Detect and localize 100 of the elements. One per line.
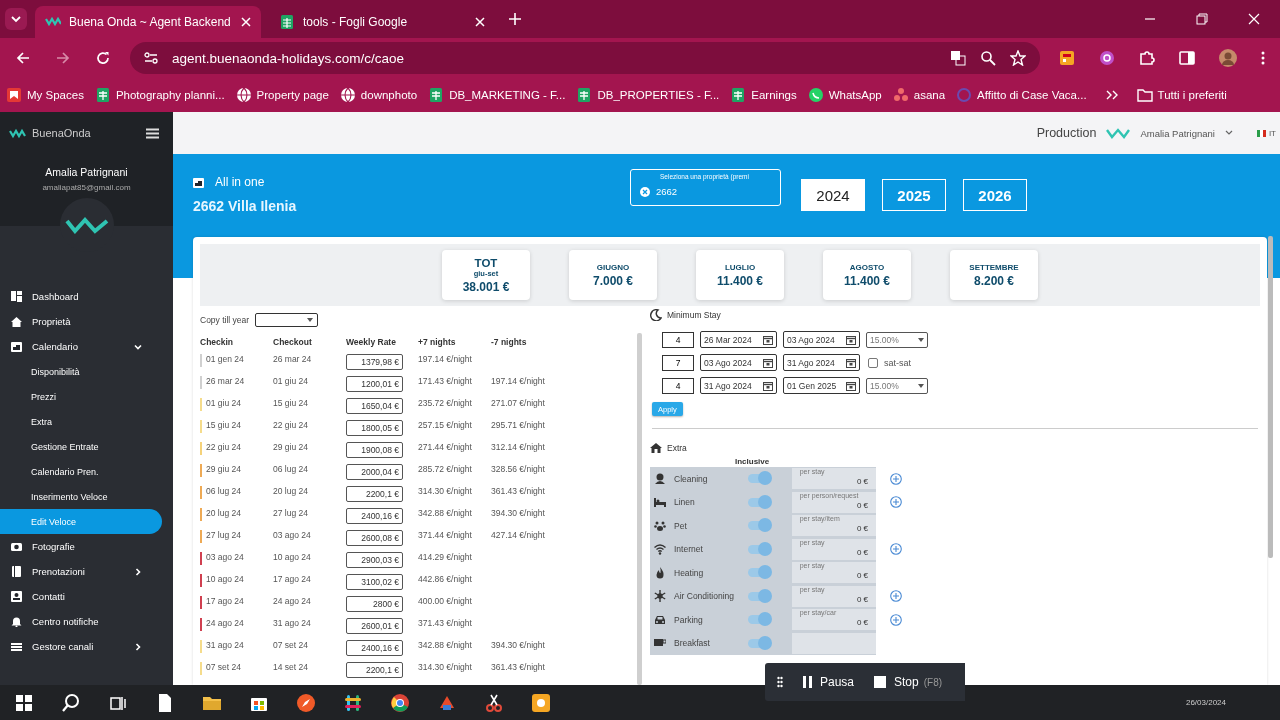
table-cell-text: 235.72 €/night (418, 398, 473, 410)
date-field[interactable]: 31 Ago 2024 (783, 354, 860, 371)
bookmark[interactable]: Affitto di Case Vaca... (956, 87, 1087, 103)
table-cell: 10 ago 24 (206, 574, 244, 584)
rate-input[interactable]: 2200,1 € (346, 486, 403, 502)
stat-amount: 38.001 € (462, 279, 510, 294)
sidebar-subitem[interactable]: Disponibilità (0, 359, 162, 384)
table-cell-text: 342.88 €/night (418, 640, 473, 652)
rate-input[interactable]: 2400,16 € (346, 508, 403, 524)
browser-tab[interactable]: tools - Fogli Google (269, 6, 495, 38)
bookmark[interactable]: asana (892, 87, 946, 103)
pause-button[interactable]: Pausa (803, 675, 855, 689)
table-cell: 15 giu 24 (206, 420, 241, 430)
sidebar-subitem[interactable]: Prezzi (0, 384, 162, 409)
browser-tab[interactable]: Buena Onda ~ Agent Backend (35, 6, 261, 38)
copy-label: Copy till year (200, 315, 250, 325)
table-cell-text: 07 set 24 (273, 640, 309, 652)
rate-input[interactable]: 3100,02 € (346, 574, 403, 590)
sidebar-subitem[interactable]: Inserimento Veloce (0, 484, 162, 509)
table-cell: 01 gen 24 (206, 354, 244, 364)
table-cell-text: 442.86 €/night (418, 574, 473, 586)
sidebar-item[interactable]: Fotografie (0, 534, 162, 559)
date-field[interactable]: 01 Gen 2025 (783, 377, 860, 394)
stop-button[interactable]: Stop (F8) (874, 675, 943, 689)
taskbar-date: 26/03/2024 (1185, 698, 1226, 707)
table-cell: 06 lug 24 (206, 486, 241, 496)
discount-dropdown[interactable]: 15.00% (866, 377, 928, 394)
table-cell-text: 14 set 24 (273, 662, 309, 674)
user-menu[interactable]: Amalia Patrignani (1140, 127, 1233, 139)
table-cell-text: 371.44 €/night (418, 530, 473, 542)
bookmark[interactable]: My Spaces (6, 87, 84, 103)
sidebar-item[interactable]: Proprietà (0, 309, 162, 334)
sidebar-item[interactable]: Dashboard (0, 284, 162, 309)
language-selector[interactable]: IT (1256, 128, 1276, 138)
table-cell-text: 342.88 €/night (418, 508, 473, 520)
mode-label: All in one (215, 175, 265, 189)
year-button[interactable]: 2024 (801, 179, 865, 211)
rate-input[interactable]: 1200,01 € (346, 376, 403, 392)
extra-name: Air Conditioning (674, 591, 735, 602)
extra-name: Internet (674, 544, 704, 555)
bookmark[interactable]: Photography planni... (94, 87, 225, 103)
extra-name: Parking (674, 614, 704, 625)
table-cell-text: 15 giu 24 (273, 398, 309, 410)
stat-amount: 11.400 € (843, 273, 891, 288)
table-cell: 361.43 €/night (491, 486, 545, 496)
bookmark[interactable]: Property page (235, 87, 329, 103)
sidebar-item[interactable]: Prenotazioni (0, 559, 162, 584)
bookmark[interactable]: DB_MARKETING - F... (428, 87, 566, 103)
sidebar-subitem[interactable]: Gestione Entrate (0, 434, 162, 459)
table-cell: 312.14 €/night (491, 442, 545, 452)
rate-input[interactable]: 2000,04 € (346, 464, 403, 480)
rate-input[interactable]: 1650,04 € (346, 398, 403, 414)
date-field[interactable]: 31 Ago 2024 (700, 377, 777, 394)
rate-input[interactable]: 2400,16 € (346, 640, 403, 656)
rate-input[interactable]: 2200,1 € (346, 662, 403, 678)
all-bookmarks[interactable]: Tutti i preferiti (1136, 88, 1227, 102)
table-cell-text: 29 giu 24 (273, 442, 309, 454)
section-title: Minimum Stay (667, 310, 721, 320)
stat-amount: 11.400 € (716, 273, 764, 288)
nights-input[interactable]: 4 (662, 331, 694, 348)
checkbox-label: sat-sat (884, 357, 911, 368)
user-email: amaliapat85@gmail.com (41, 183, 132, 192)
rate-input[interactable]: 1379,98 € (346, 354, 403, 370)
column-header: Inclusive (734, 457, 771, 467)
date-field[interactable]: 03 Ago 2024 (700, 354, 777, 371)
rate-input[interactable]: 2600,01 € (346, 618, 403, 634)
rate-input[interactable]: 1800,05 € (346, 420, 403, 436)
table-cell: 17 ago 24 (206, 596, 244, 606)
sidebar-item[interactable]: Calendario (0, 334, 162, 359)
property-title: 2662 Villa Ilenia (193, 198, 298, 214)
address-bar[interactable]: agent.buenaonda-holidays.com/c/caoe (130, 42, 1040, 74)
sidebar-item[interactable]: Contatti (0, 584, 162, 609)
table-cell-text: 314.30 €/night (418, 662, 473, 674)
table-cell-text: 31 ago 24 (273, 618, 312, 630)
sidebar-item[interactable]: Centro notifiche (0, 609, 162, 634)
table-cell: 394.30 €/night (491, 508, 545, 518)
sidebar-subitem[interactable]: Extra (0, 409, 162, 434)
sidebar-item[interactable]: Gestore canali (0, 634, 162, 659)
bookmark[interactable]: DB_PROPERTIES - F... (576, 87, 720, 103)
nights-input[interactable]: 4 (662, 377, 694, 394)
bookmark[interactable]: WhatsApp (807, 87, 882, 103)
rate-input[interactable]: 1900,08 € (346, 442, 403, 458)
sidebar-subitem[interactable]: Calendario Pren. (0, 459, 162, 484)
rate-input[interactable]: 2800 € (346, 596, 403, 612)
bookmark[interactable]: Earnings (730, 87, 797, 103)
extra-name: Breakfast (674, 638, 711, 649)
table-cell-text: 10 ago 24 (273, 552, 312, 564)
table-cell-text: 171.43 €/night (418, 376, 473, 388)
rate-input[interactable]: 2900,03 € (346, 552, 403, 568)
table-cell-text: 314.30 €/night (418, 486, 473, 498)
nights-input[interactable]: 7 (662, 354, 694, 371)
bookmark[interactable]: downphoto (339, 87, 418, 103)
date-field[interactable]: 03 Ago 2024 (783, 331, 860, 348)
column-header: Checkin (200, 337, 235, 349)
extra-name: Linen (674, 497, 696, 508)
date-field[interactable]: 26 Mar 2024 (700, 331, 777, 348)
table-cell: 20 lug 24 (206, 508, 241, 518)
rate-input[interactable]: 2600,08 € (346, 530, 403, 546)
table-cell: 394.30 €/night (491, 640, 545, 650)
discount-dropdown[interactable]: 15.00% (866, 331, 928, 348)
